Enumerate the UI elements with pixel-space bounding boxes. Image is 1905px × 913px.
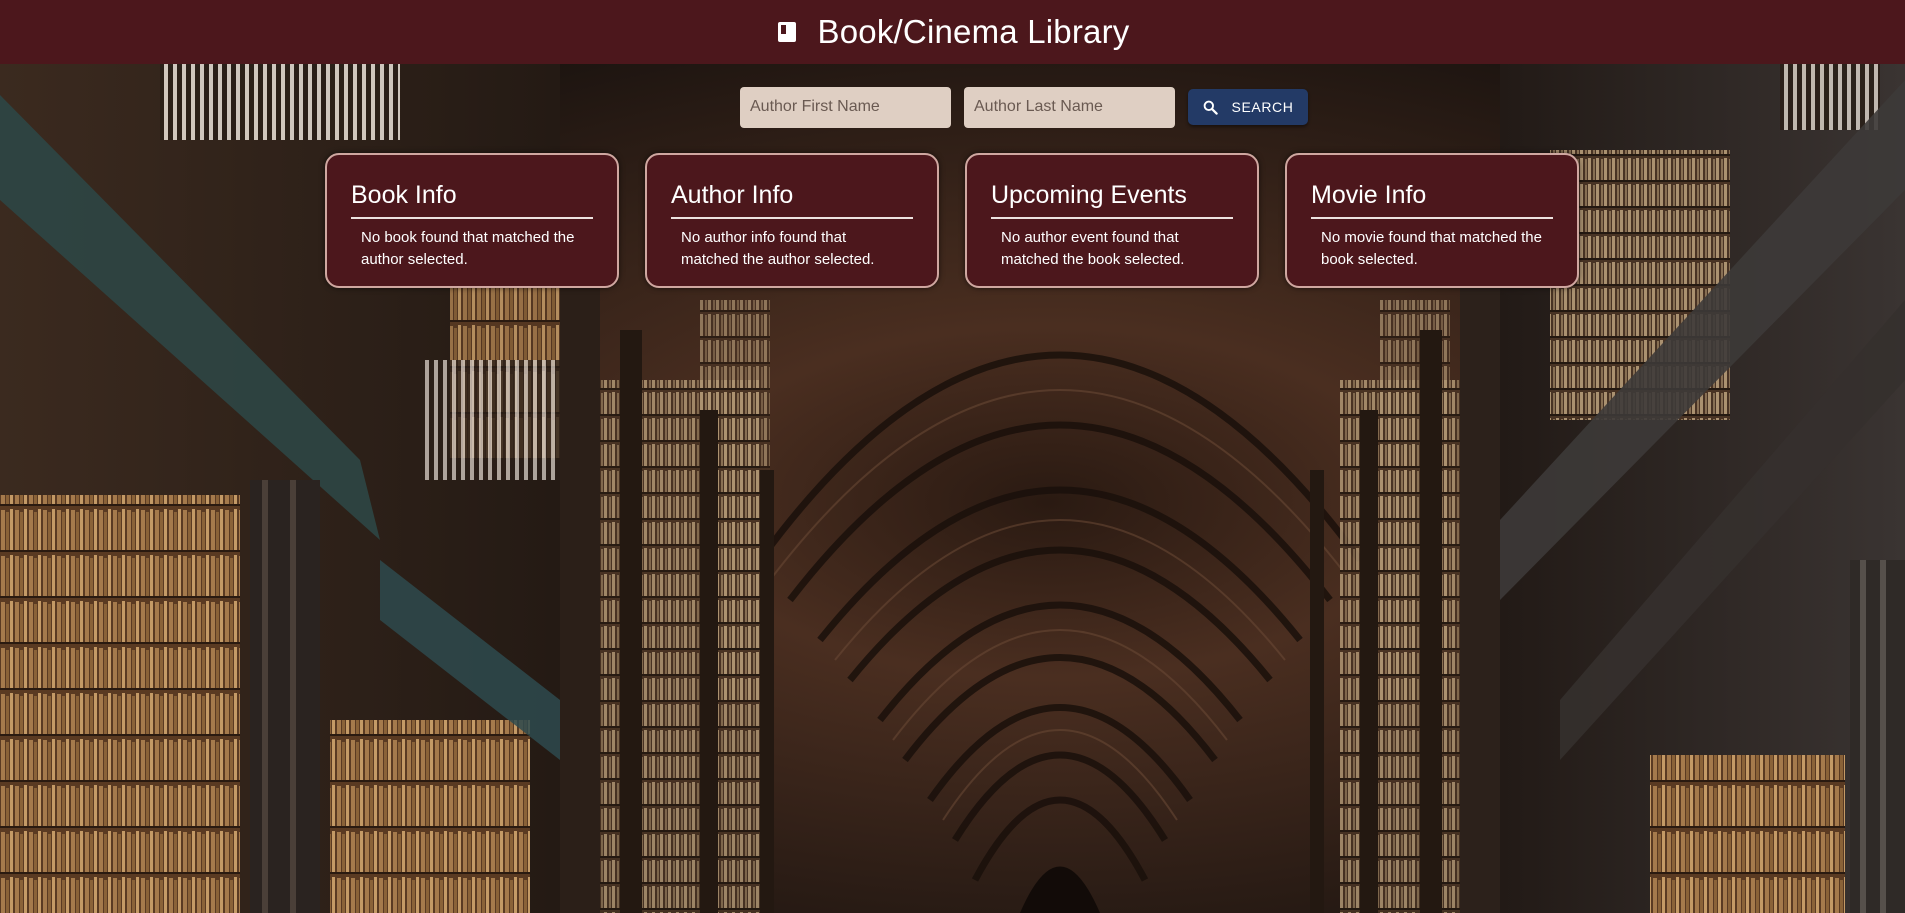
card-message: No author info found that matched the au… xyxy=(681,229,875,268)
library-background-image xyxy=(0,0,1905,913)
app-header: Book/Cinema Library xyxy=(0,0,1905,64)
card-message: No author event found that matched the b… xyxy=(1001,229,1185,268)
card-title: Movie Info xyxy=(1311,183,1553,219)
author-first-name-input[interactable] xyxy=(740,86,951,128)
search-button[interactable]: SEARCH xyxy=(1188,89,1308,125)
card-title: Book Info xyxy=(351,183,593,219)
movie-info-card: Movie Info No movie found that matched t… xyxy=(1285,153,1579,288)
upcoming-events-card: Upcoming Events No author event found th… xyxy=(965,153,1259,288)
card-message: No movie found that matched the book sel… xyxy=(1321,229,1542,268)
app-title: Book/Cinema Library xyxy=(817,13,1130,50)
author-info-card: Author Info No author info found that ma… xyxy=(645,153,939,288)
info-cards: Book Info No book found that matched the… xyxy=(325,153,1579,288)
card-message: No book found that matched the author se… xyxy=(361,229,575,268)
author-last-name-input[interactable] xyxy=(964,86,1175,128)
book-icon xyxy=(777,22,796,42)
search-icon xyxy=(1203,100,1218,115)
search-button-label: SEARCH xyxy=(1231,99,1294,115)
card-title: Author Info xyxy=(671,183,913,219)
card-title: Upcoming Events xyxy=(991,183,1233,219)
author-search-form: SEARCH xyxy=(740,86,1308,128)
book-info-card: Book Info No book found that matched the… xyxy=(325,153,619,288)
